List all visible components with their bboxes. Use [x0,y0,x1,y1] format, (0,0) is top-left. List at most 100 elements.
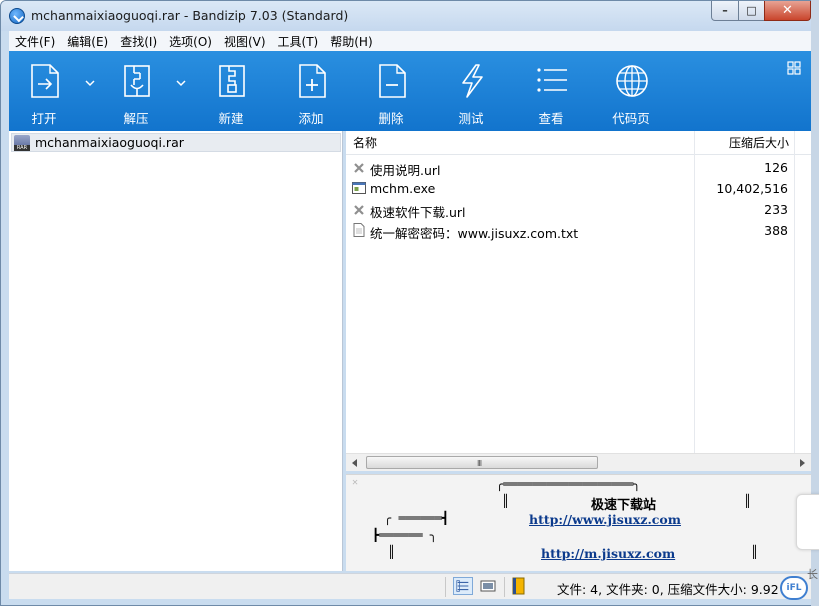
menu-tools[interactable]: 工具(T) [272,33,325,50]
banner-frame-mid: ┣══════ ╮ [372,528,438,542]
new-archive-icon [219,65,245,97]
minimize-icon: – [722,4,728,17]
preview-close-icon[interactable]: ✕ [352,477,358,488]
extract-dropdown-arrow[interactable] [175,77,187,89]
tree-item-label: mchanmaixiaoguoqi.rar [35,135,184,150]
chevron-down-icon [85,80,95,87]
minimize-button[interactable]: – [711,1,739,21]
file-size: 233 [764,202,788,217]
file-row[interactable]: mchm.exe 10,402,516 [346,178,811,199]
banner-link-www[interactable]: http://www.jisuxz.com [529,512,681,527]
bandizip-window: mchanmaixiaoguoqi.rar - Bandizip 7.03 (S… [0,0,819,606]
banner-frame-left: ║ [502,494,510,508]
menu-view[interactable]: 视图(V) [218,33,272,50]
ifl-badge-icon[interactable]: iFL [780,576,808,600]
scrollbar-grip: III [477,459,482,468]
menu-file[interactable]: 文件(F) [9,33,61,50]
file-row[interactable]: 使用说明.url 126 [346,157,811,178]
status-divider [445,577,446,597]
extract-label: 解压 [123,111,149,126]
new-archive-button[interactable]: 新建 [199,51,263,131]
file-size: 388 [764,223,788,238]
new-label: 新建 [218,111,244,126]
banner-frame-right: ║ [751,545,759,559]
toolbar: 打开 解压 新建 添加 删除 测试 查看 代码页 [9,51,811,131]
window-title: mchanmaixiaoguoqi.rar - Bandizip 7.03 (S… [31,8,349,23]
open-label: 打开 [31,111,57,126]
url-file-icon [354,163,364,173]
add-icon [299,64,326,98]
thumbnail-view-icon[interactable] [478,577,498,595]
banner-frame-left: ║ [388,545,396,559]
book-icon[interactable] [509,577,529,595]
url-file-icon [354,205,364,215]
menu-find[interactable]: 查找(I) [114,33,163,50]
column-header-compressed-size[interactable]: 压缩后大小 [729,131,789,155]
close-button[interactable]: ✕ [764,1,811,21]
view-label: 查看 [538,111,564,126]
exe-file-icon [352,182,366,194]
banner-frame-right: ║ [744,494,752,508]
column-header-name[interactable]: 名称 [353,131,377,155]
delete-button[interactable]: 删除 [359,51,423,131]
scroll-left-arrow-icon[interactable] [350,458,360,468]
menu-bar: 文件(F) 编辑(E) 查找(I) 选项(O) 视图(V) 工具(T) 帮助(H… [9,31,811,51]
codepage-button[interactable]: 代码页 [599,51,663,131]
add-button[interactable]: 添加 [279,51,343,131]
banner-frame-mid: ╭ ══════┫ [384,511,450,525]
view-icon [537,68,567,92]
extract-button[interactable]: 解压 [104,51,168,131]
view-button[interactable]: 查看 [519,51,583,131]
status-divider [504,577,505,597]
chevron-down-icon [176,80,186,87]
floating-widget[interactable] [796,494,819,550]
status-summary: 文件: 4, 文件夹: 0, 压缩文件大小: 9.92 M [557,582,794,597]
scrollbar-thumb[interactable]: III [366,456,598,469]
file-name: 统一解密密码：www.jisuxz.com.txt [370,226,579,241]
banner-link-mobile[interactable]: http://m.jisuxz.com [541,546,675,561]
preview-panel: ✕ ╭══════════════════╮ ║ 极速下载站 ║ ╭ ═════… [346,474,811,571]
open-dropdown-arrow[interactable] [84,77,96,89]
maximize-button[interactable]: □ [738,1,765,21]
file-name: 极速软件下载.url [370,205,466,220]
maximize-icon: □ [746,4,757,17]
bandizip-app-icon [9,8,25,24]
horizontal-scrollbar[interactable]: III [346,453,811,471]
delete-icon [379,64,406,98]
file-list: 名称 压缩后大小 使用说明.url 126 mchm.exe 10,402,51… [346,131,811,471]
file-name: 使用说明.url [370,163,441,178]
file-row[interactable]: 统一解密密码：www.jisuxz.com.txt 388 [346,220,811,241]
test-icon [462,64,483,98]
scroll-right-arrow-icon[interactable] [797,458,807,468]
rar-badge: RAR [14,144,30,151]
menu-edit[interactable]: 编辑(E) [61,33,114,50]
extract-icon [124,65,150,97]
file-row[interactable]: 极速软件下载.url 233 [346,199,811,220]
menu-options[interactable]: 选项(O) [163,33,218,50]
tree-item-archive-root[interactable]: RAR mchanmaixiaoguoqi.rar [11,133,341,152]
file-size: 10,402,516 [716,181,788,196]
layout-toggle-icon[interactable] [787,61,801,75]
test-button[interactable]: 测试 [439,51,503,131]
status-bar: 文件: 4, 文件夹: 0, 压缩文件大小: 9.92 M [9,573,811,599]
file-size: 126 [764,160,788,175]
test-label: 测试 [458,111,484,126]
title-bar: mchanmaixiaoguoqi.rar - Bandizip 7.03 (S… [1,1,818,31]
floating-widget-text: 长 [807,568,818,581]
codepage-label: 代码页 [612,111,650,126]
rar-archive-icon: RAR [14,134,30,151]
file-list-header: 名称 压缩后大小 [346,131,811,155]
close-icon: ✕ [782,3,793,18]
globe-icon [616,65,648,97]
menu-help[interactable]: 帮助(H) [324,33,378,50]
banner-title: 极速下载站 [591,498,657,513]
add-label: 添加 [298,111,324,126]
txt-file-icon [353,223,365,237]
folder-tree-panel: RAR mchanmaixiaoguoqi.rar [9,131,343,571]
file-name: mchm.exe [370,181,436,196]
details-view-icon[interactable] [453,577,473,595]
delete-label: 删除 [378,111,404,126]
open-button[interactable]: 打开 [12,51,76,131]
banner-frame-top: ╭══════════════════╮ [496,477,641,491]
open-icon [31,64,59,98]
